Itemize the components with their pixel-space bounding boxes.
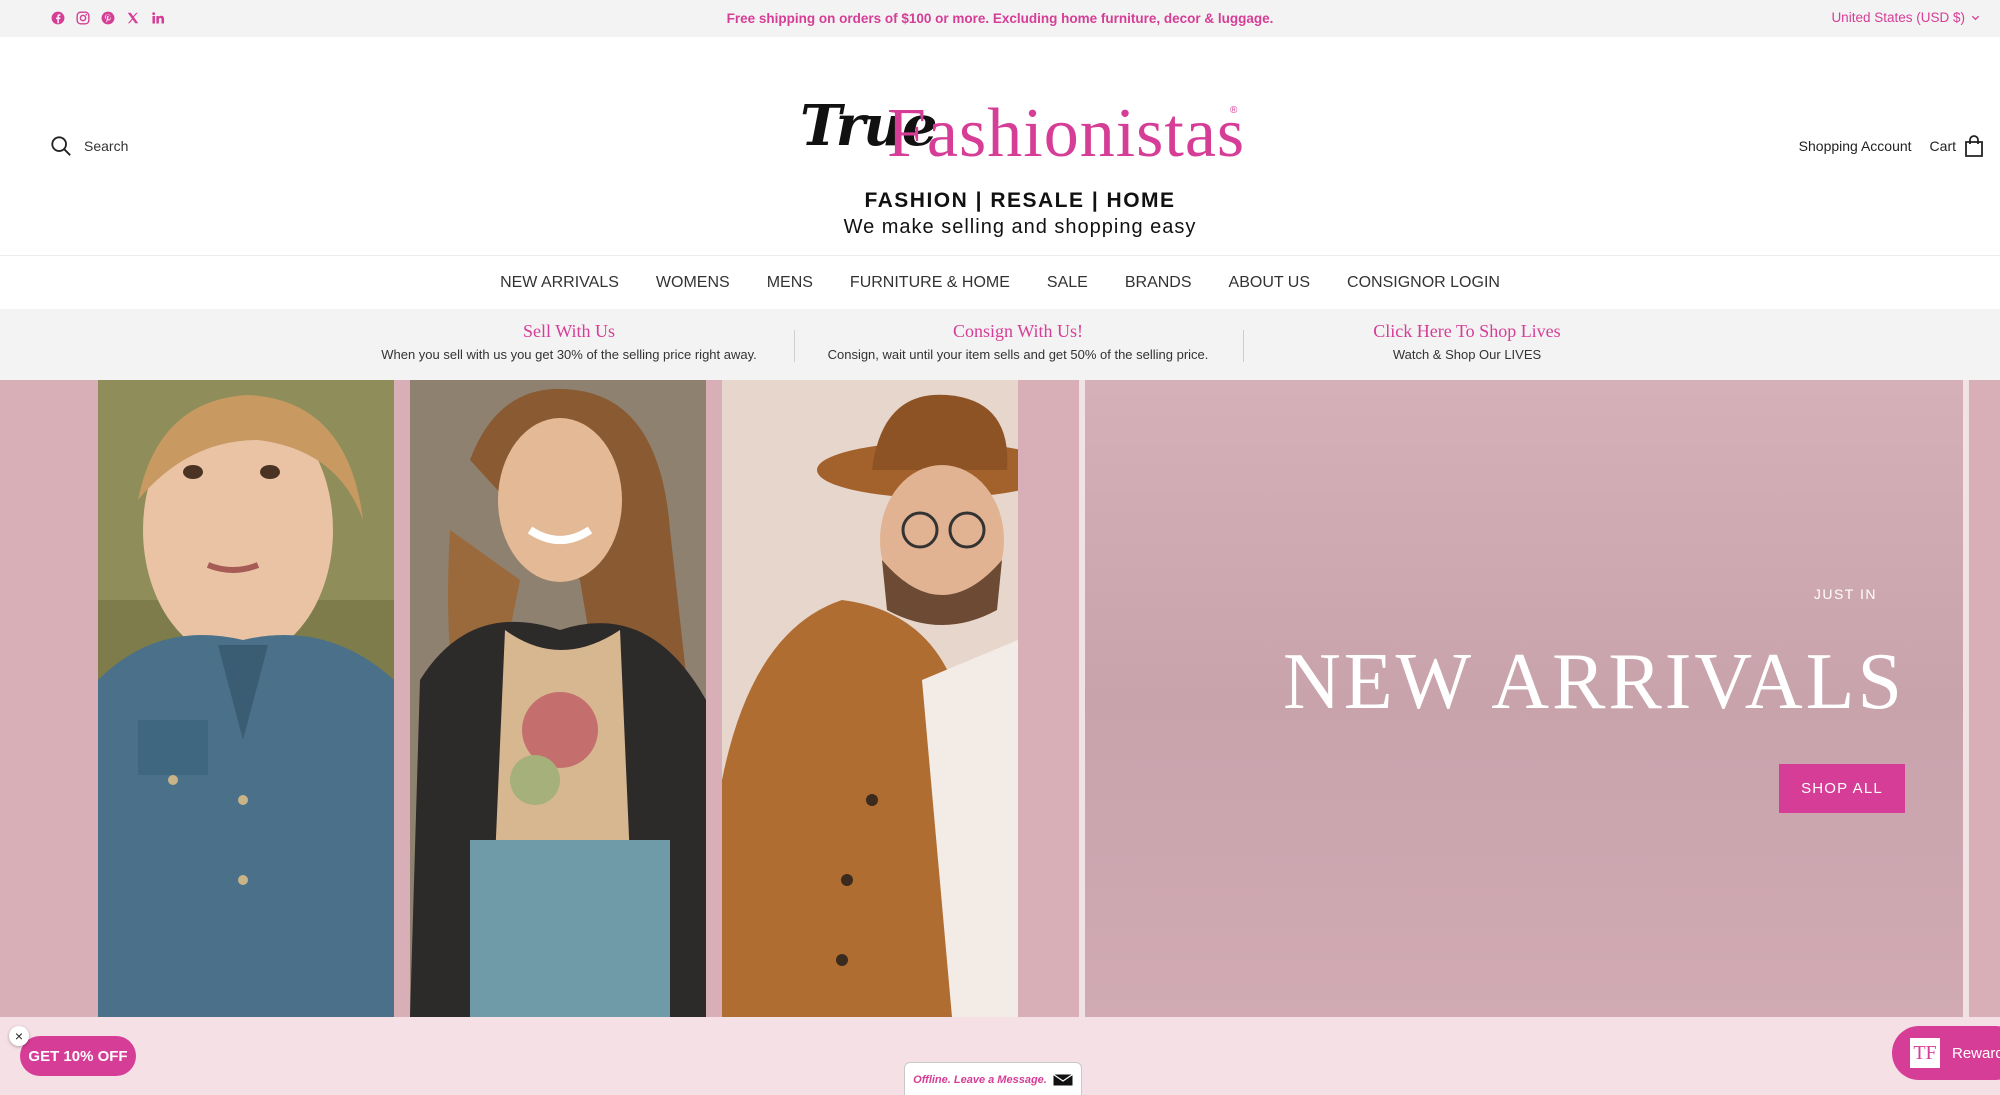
promo-sell-title: Sell With Us <box>523 321 615 341</box>
site-logo[interactable]: True Fashionistas ® FASHION | RESALE | H… <box>790 71 1250 241</box>
rewards-label: Rewards <box>1952 1044 2000 1062</box>
logo-name: Fashionistas <box>887 95 1246 172</box>
promo-consign[interactable]: Consign With Us! Consign, wait until you… <box>818 321 1218 362</box>
nav-sale[interactable]: SALE <box>1047 274 1088 292</box>
hero-title: NEW ARRIVALS <box>1282 638 1905 726</box>
hero-eyebrow: JUST IN <box>1813 586 1877 602</box>
nav-mens[interactable]: MENS <box>767 274 813 292</box>
promo-consign-desc: Consign, wait until your item sells and … <box>827 347 1209 362</box>
announcement-text: Free shipping on orders of $100 or more.… <box>726 11 1274 26</box>
hero-divider <box>1963 380 1969 1017</box>
rewards-logo-icon: TF <box>1910 1038 1940 1068</box>
header-actions: Shopping Account Cart <box>1799 135 1984 157</box>
promo-strip: Sell With Us When you sell with us you g… <box>0 309 2000 380</box>
nav-furniture-home[interactable]: FURNITURE & HOME <box>850 274 1010 292</box>
main-nav: NEW ARRIVALS WOMENS MENS FURNITURE & HOM… <box>0 257 2000 309</box>
shopping-bag-icon <box>1965 135 1983 157</box>
logo-subtitle: We make selling and shopping easy <box>843 216 1197 238</box>
currency-label: United States (USD $) <box>1831 10 1965 25</box>
chat-status: Offline. Leave a Message. <box>913 1074 1047 1086</box>
promo-divider <box>1243 330 1244 362</box>
currency-selector[interactable]: United States (USD $) <box>1831 10 1980 25</box>
logo-tagline: FASHION | RESALE | HOME <box>864 189 1176 212</box>
logo-registered: ® <box>1230 105 1238 116</box>
hero-content: JUST IN NEW ARRIVALS SHOP ALL <box>1085 380 1965 1017</box>
hero-photo-man <box>722 380 1018 1017</box>
close-icon[interactable]: × <box>9 1026 29 1046</box>
chat-widget[interactable]: Offline. Leave a Message. <box>904 1062 1082 1095</box>
cart-label: Cart <box>1929 138 1956 154</box>
promo-consign-title: Consign With Us! <box>953 321 1083 341</box>
promo-sell[interactable]: Sell With Us When you sell with us you g… <box>369 321 769 362</box>
announcement-bar: Free shipping on orders of $100 or more.… <box>0 0 2000 37</box>
nav-consignor-login[interactable]: CONSIGNOR LOGIN <box>1347 274 1500 292</box>
promo-divider <box>794 330 795 362</box>
hero-photo-child <box>98 380 394 1017</box>
nav-brands[interactable]: BRANDS <box>1125 274 1192 292</box>
promo-lives[interactable]: Click Here To Shop Lives Watch & Shop Ou… <box>1267 321 1667 362</box>
nav-about-us[interactable]: ABOUT US <box>1229 274 1311 292</box>
cart-button[interactable]: Cart <box>1930 135 1984 157</box>
site-header: Search True Fashionistas ® FASHION | RES… <box>0 37 2000 256</box>
discount-popup-button[interactable]: GET 10% OFF <box>20 1036 136 1076</box>
promo-sell-desc: When you sell with us you get 30% of the… <box>381 347 757 362</box>
search-label: Search <box>84 138 129 154</box>
nav-new-arrivals[interactable]: NEW ARRIVALS <box>500 274 619 292</box>
promo-lives-title: Click Here To Shop Lives <box>1373 321 1561 341</box>
hero-photo-woman <box>410 380 706 1017</box>
rewards-button[interactable]: TF Rewards <box>1892 1026 2000 1080</box>
promo-lives-desc: Watch & Shop Our LIVES <box>1392 347 1542 362</box>
shop-all-button[interactable]: SHOP ALL <box>1779 764 1905 813</box>
chevron-down-icon <box>1971 15 1980 21</box>
hero-banner: JUST IN NEW ARRIVALS SHOP ALL <box>0 380 2000 1017</box>
envelope-icon <box>1053 1074 1073 1086</box>
search-button[interactable]: Search <box>50 135 128 157</box>
search-icon <box>51 136 71 156</box>
nav-womens[interactable]: WOMENS <box>656 274 730 292</box>
account-link[interactable]: Shopping Account <box>1799 138 1912 154</box>
